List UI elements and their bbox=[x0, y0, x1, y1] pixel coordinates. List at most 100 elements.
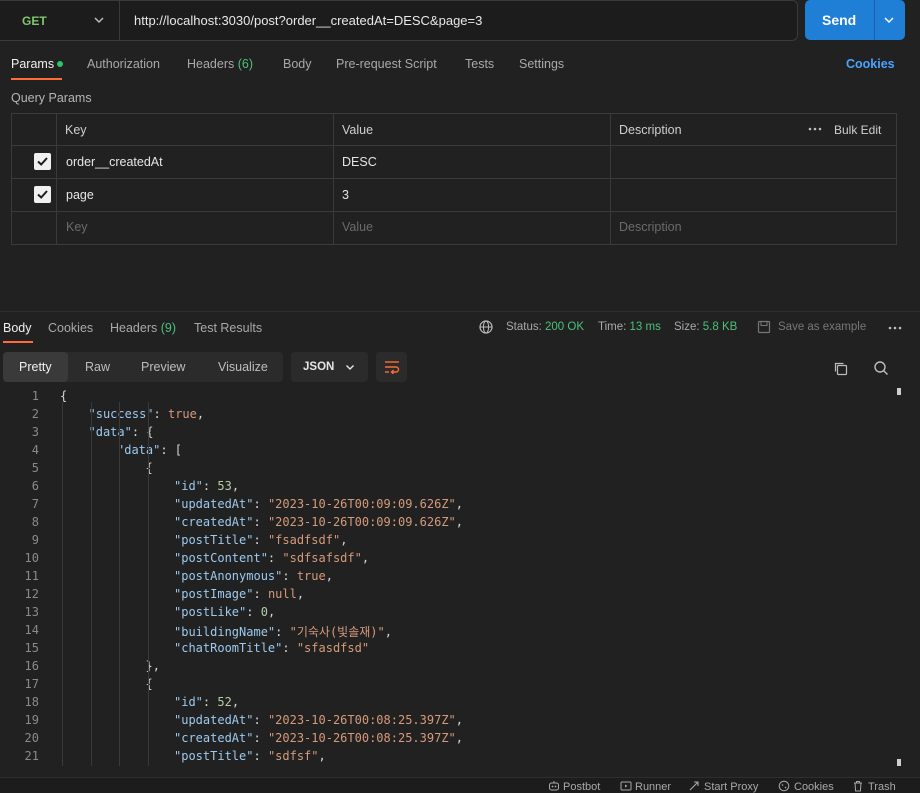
scrollbar-top-marker[interactable] bbox=[897, 388, 901, 395]
code-text: "chatRoomTitle": "sfasdfsd" bbox=[174, 641, 370, 655]
table-divider bbox=[11, 178, 897, 179]
tab-active-underline bbox=[11, 78, 62, 80]
line-number: 20 bbox=[24, 731, 39, 745]
value-placeholder[interactable]: Value bbox=[342, 220, 373, 234]
code-line: 5{ bbox=[0, 461, 900, 479]
response-size[interactable]: Size: 5.8 KB bbox=[674, 321, 737, 333]
column-header-description: Description bbox=[619, 123, 682, 137]
send-divider bbox=[874, 0, 875, 40]
indent-guide bbox=[147, 402, 149, 766]
line-number: 1 bbox=[31, 389, 39, 403]
line-number: 18 bbox=[24, 695, 39, 709]
code-text: "buildingName": "기숙사(빛솔재)", bbox=[174, 625, 392, 639]
pane-divider[interactable] bbox=[0, 311, 920, 312]
save-as-example-button[interactable]: Save as example bbox=[778, 321, 866, 333]
tab-active-underline bbox=[3, 341, 33, 343]
code-text: "postLike": 0, bbox=[174, 605, 276, 619]
view-pretty[interactable]: Pretty bbox=[19, 360, 52, 374]
start-proxy-button[interactable]: Start Proxy bbox=[704, 781, 758, 793]
search-icon[interactable] bbox=[873, 360, 889, 376]
code-line: 2 "success": true, bbox=[0, 407, 900, 425]
response-tab-test-results[interactable]: Test Results bbox=[194, 321, 262, 335]
line-number: 9 bbox=[31, 533, 39, 547]
view-visualize[interactable]: Visualize bbox=[218, 360, 268, 374]
code-text: "createdAt": "2023-10-26T00:09:09.626Z", bbox=[174, 515, 464, 529]
code-line: 3 "data": { bbox=[0, 425, 900, 443]
code-line: 12 "postImage": null, bbox=[0, 587, 900, 605]
method-select[interactable]: GET bbox=[0, 1, 120, 40]
tab-headers[interactable]: Headers (6) bbox=[187, 57, 253, 71]
postbot-icon bbox=[549, 781, 559, 791]
line-number: 17 bbox=[24, 677, 39, 691]
globe-icon[interactable] bbox=[479, 320, 493, 334]
line-number: 5 bbox=[31, 461, 39, 475]
tab-body[interactable]: Body bbox=[283, 57, 312, 71]
code-line: 14 "buildingName": "기숙사(빛솔재)", bbox=[0, 623, 900, 641]
code-line: 6 "id": 53, bbox=[0, 479, 900, 497]
more-horizontal-icon[interactable] bbox=[808, 127, 822, 131]
response-body-code[interactable]: 1{2 "success": true, 3 "data": {4 "data": [5… bbox=[0, 388, 900, 766]
runner-button[interactable]: Runner bbox=[635, 781, 671, 793]
param-value[interactable]: DESC bbox=[342, 155, 377, 169]
trash-button[interactable]: Trash bbox=[868, 781, 896, 793]
tab-settings[interactable]: Settings bbox=[519, 57, 564, 71]
wrap-lines-button[interactable] bbox=[376, 352, 407, 382]
scrollbar-bottom-marker[interactable] bbox=[897, 759, 901, 766]
cookies-link[interactable]: Cookies bbox=[846, 57, 895, 71]
size-label: Size: bbox=[674, 321, 700, 333]
code-line: 21 "postTitle": "sdfsf", bbox=[0, 749, 900, 766]
bulk-edit-button[interactable]: Bulk Edit bbox=[834, 123, 881, 137]
params-table bbox=[11, 113, 897, 245]
line-number: 19 bbox=[24, 713, 39, 727]
param-key[interactable]: page bbox=[66, 188, 94, 202]
cookies-button[interactable]: Cookies bbox=[794, 781, 834, 793]
response-tab-headers[interactable]: Headers (9) bbox=[110, 321, 176, 335]
indent-guide bbox=[90, 402, 92, 766]
param-checkbox[interactable] bbox=[34, 153, 51, 170]
response-status[interactable]: Status: 200 OK bbox=[506, 321, 584, 333]
key-placeholder[interactable]: Key bbox=[66, 220, 88, 234]
url-bar: GET http://localhost:3030/post?order__cr… bbox=[0, 0, 798, 41]
size-value: 5.8 KB bbox=[702, 321, 738, 333]
view-preview[interactable]: Preview bbox=[141, 360, 185, 374]
tab-prerequest-script[interactable]: Pre-request Script bbox=[336, 57, 437, 71]
param-value[interactable]: 3 bbox=[342, 188, 349, 202]
code-text: { bbox=[60, 389, 68, 403]
more-horizontal-icon[interactable] bbox=[888, 326, 902, 330]
send-button[interactable]: Send bbox=[805, 0, 905, 40]
view-raw[interactable]: Raw bbox=[85, 360, 110, 374]
cookie-icon bbox=[778, 780, 790, 792]
send-label: Send bbox=[822, 12, 857, 28]
response-tab-cookies[interactable]: Cookies bbox=[48, 321, 93, 335]
tab-tests[interactable]: Tests bbox=[465, 57, 494, 71]
tab-params[interactable]: Params bbox=[11, 57, 54, 71]
response-time[interactable]: Time: 13 ms bbox=[598, 321, 661, 333]
response-tab-headers-count: (9) bbox=[160, 321, 177, 335]
response-tab-headers-label: Headers bbox=[110, 321, 158, 335]
column-header-value: Value bbox=[342, 123, 374, 137]
description-placeholder[interactable]: Description bbox=[619, 220, 682, 234]
code-line: 18 "id": 52, bbox=[0, 695, 900, 713]
indent-guide bbox=[119, 402, 120, 766]
code-line: 15 "chatRoomTitle": "sfasdfsd" bbox=[0, 641, 900, 659]
wrap-lines-icon bbox=[385, 361, 400, 374]
line-number: 6 bbox=[31, 479, 39, 493]
code-line: 13 "postLike": 0, bbox=[0, 605, 900, 623]
code-line: 16}, bbox=[0, 659, 900, 677]
param-key[interactable]: order__createdAt bbox=[66, 155, 163, 169]
response-tab-body[interactable]: Body bbox=[3, 321, 32, 335]
chevron-down-icon[interactable] bbox=[882, 13, 896, 27]
url-input[interactable]: http://localhost:3030/post?order__create… bbox=[134, 13, 482, 28]
query-params-title: Query Params bbox=[11, 91, 92, 105]
tab-authorization[interactable]: Authorization bbox=[87, 57, 160, 71]
code-line: 10 "postContent": "sdfsafsdf", bbox=[0, 551, 900, 569]
code-line: 1{ bbox=[0, 389, 900, 407]
line-number: 10 bbox=[24, 551, 39, 565]
copy-icon[interactable] bbox=[833, 361, 849, 377]
code-line: 17{ bbox=[0, 677, 900, 695]
code-text: "updatedAt": "2023-10-26T00:08:25.397Z", bbox=[174, 713, 464, 727]
param-checkbox[interactable] bbox=[34, 186, 51, 203]
code-text: "data": { bbox=[88, 425, 154, 439]
line-number: 15 bbox=[24, 641, 39, 655]
postbot-button[interactable]: Postbot bbox=[563, 781, 600, 793]
